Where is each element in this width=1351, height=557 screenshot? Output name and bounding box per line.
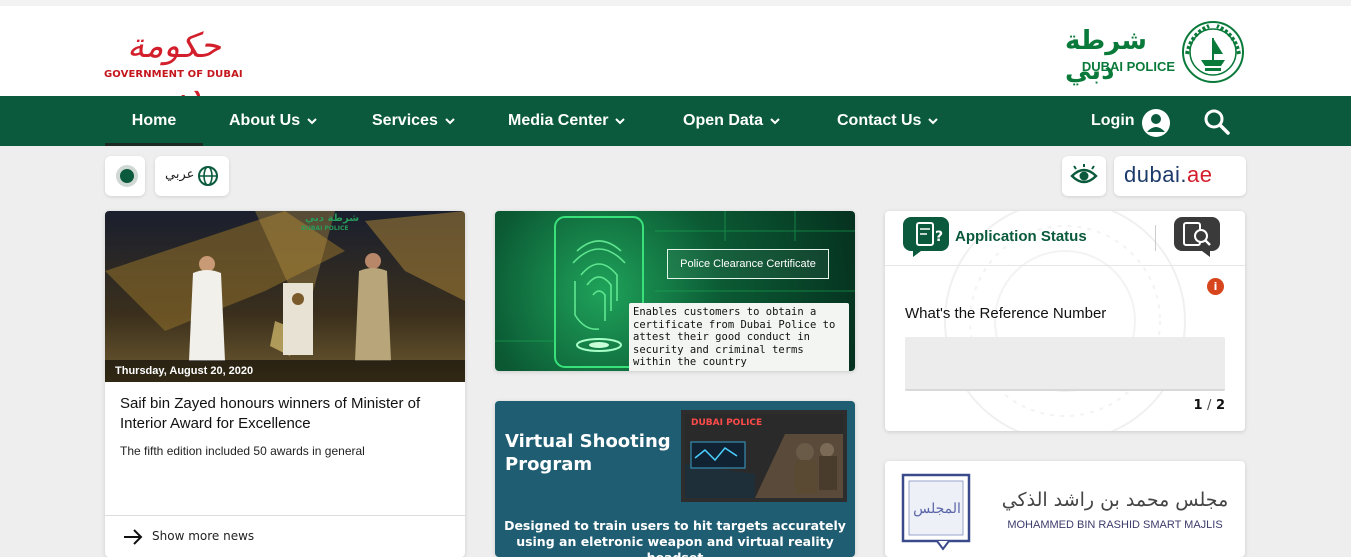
news-subtitle: The fifth edition included 50 awards in … [120,444,365,458]
government-of-dubai-logo[interactable]: حكومة دبي GOVERNMENT OF DUBAI [104,22,244,114]
svg-text:?: ? [935,229,943,245]
language-label: عربي [165,167,195,182]
reference-number-label: What's the Reference Number [905,305,1107,322]
police-emblem-icon [1182,21,1244,83]
nav-services[interactable]: Services [372,96,456,146]
pager-total: 2 [1215,398,1225,413]
application-status-card: ? Application Status i What's the Refere… [885,211,1245,431]
nav-open-data-label: Open Data [683,112,764,129]
nav-contact-us-label: Contact Us [837,112,922,129]
police-clearance-description: Enables customers to obtain a certificat… [629,303,849,371]
chevron-down-icon [445,118,455,125]
login-label: Login [1091,112,1135,129]
document-search-icon[interactable] [1174,217,1220,257]
majlis-english-title: MOHAMMED BIN RASHID SMART MAJLIS [1007,519,1223,531]
status-pager: 1 / 2 [1193,398,1225,413]
site-header: حكومة دبي GOVERNMENT OF DUBAI شرطة دبي D… [0,0,1351,114]
police-clearance-label: Police Clearance Certificate [667,249,829,279]
eye-icon [1070,164,1098,184]
nav-open-data[interactable]: Open Data [683,96,781,146]
nav-about-us[interactable]: About Us [229,96,318,146]
police-logo-english-text: DUBAI POLICE [1081,59,1175,74]
accessibility-view-button[interactable] [1062,156,1106,196]
contrast-toggle-icon [116,165,138,187]
search-icon[interactable] [1202,107,1232,137]
dubai-ae-suffix: ae [1186,162,1213,187]
chevron-down-icon [928,118,939,125]
gov-logo-arabic-text: حكومة دبي [127,26,221,114]
smart-majlis-card[interactable]: المجلس مجلس محمد بن راشد الذكي MOHAMMED … [885,461,1245,557]
language-switch-button[interactable]: عربي [155,156,229,196]
status-header-separator [885,265,1245,266]
dubai-police-logo[interactable]: شرطة دبي DUBAI POLICE [1065,20,1245,92]
dubai-ae-link[interactable]: dubai.ae [1114,156,1246,196]
news-card[interactable]: شرطة دبي DUBAI POLICE Thursday, August 2… [105,211,465,557]
nav-about-us-label: About Us [229,112,301,129]
application-status-title: Application Status [955,228,1087,245]
show-more-news-label: Show more news [152,529,255,543]
virtual-shooting-screen: DUBAI POLICE [681,410,847,502]
dubai-ae-prefix: dubai. [1124,162,1187,187]
majlis-arabic-title: مجلس محمد بن راشد الذكي [1001,489,1229,511]
police-logo-arabic-text: شرطة دبي [1065,26,1147,86]
reference-number-input[interactable] [905,337,1225,391]
virtual-shooting-description: Designed to train users to hit targets a… [504,518,846,557]
nav-services-label: Services [372,112,438,129]
pager-current: 1 [1193,398,1203,413]
gov-logo-english-text: GOVERNMENT OF DUBAI [104,69,243,80]
contrast-toggle-button[interactable] [105,156,145,196]
chevron-down-icon [770,118,780,125]
nav-media-center[interactable]: Media Center [508,96,626,146]
chevron-down-icon [307,118,317,125]
news-date: Thursday, August 20, 2020 [105,360,465,382]
news-photo-illustration [105,211,465,361]
info-icon[interactable]: i [1207,278,1224,295]
arrow-right-icon [124,529,143,545]
police-clearance-certificate-card[interactable]: Police Clearance Certificate Enables cus… [495,211,855,371]
dubai-ae-logo: dubai.ae [1124,162,1212,188]
globe-icon [198,166,218,186]
nav-home[interactable]: Home [105,96,203,146]
user-icon[interactable] [1141,108,1171,138]
pager-separator: / [1207,398,1212,413]
news-image: شرطة دبي DUBAI POLICE Thursday, August 2… [105,211,465,382]
nav-contact-us[interactable]: Contact Us [837,96,939,146]
news-image-overlay-arabic: شرطة دبي [305,213,360,224]
nav-home-label: Home [131,112,177,129]
nav-media-center-label: Media Center [508,112,609,129]
virtual-shooting-title: Virtual Shooting Program [505,431,671,475]
chevron-down-icon [615,118,626,125]
show-more-news-link[interactable]: Show more news [105,515,465,557]
application-status-icon: ? [903,217,949,257]
smart-majlis-logo: المجلس [901,473,971,551]
virtual-shooting-program-card[interactable]: Virtual Shooting Program DUBAI POLICE De… [495,401,855,557]
news-title[interactable]: Saif bin Zayed honours winners of Minist… [120,394,450,434]
majlis-logo-text: المجلس [913,501,961,517]
status-header-divider [1155,225,1156,251]
news-image-overlay-english: DUBAI POLICE [301,225,349,232]
login-button[interactable]: Login [1091,96,1135,146]
screen-dubai-police-label: DUBAI POLICE [691,418,763,428]
